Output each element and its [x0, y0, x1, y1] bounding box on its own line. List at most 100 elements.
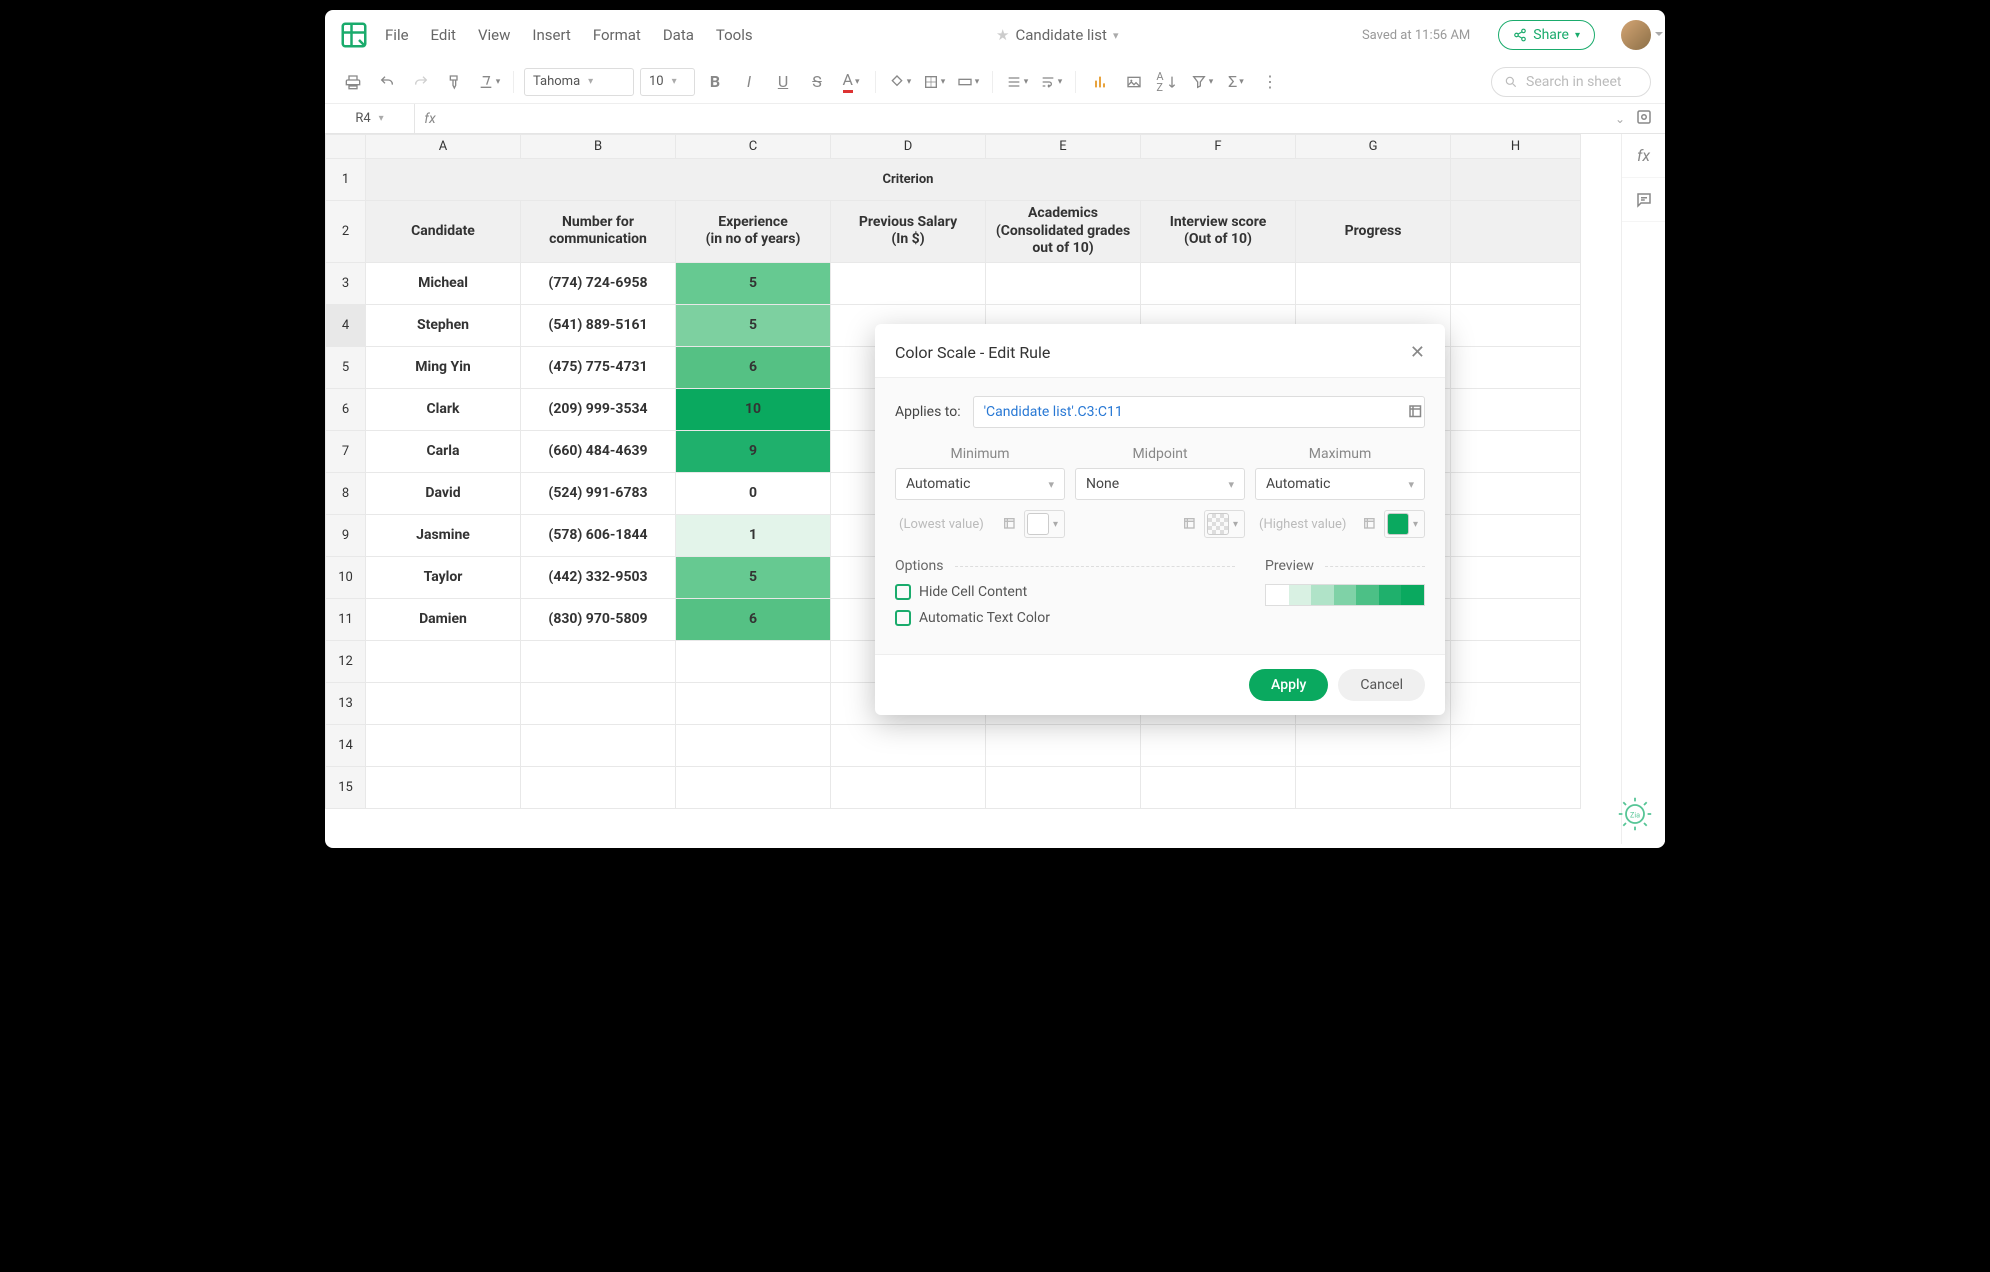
font-color-icon[interactable]: A▾ [837, 68, 865, 96]
cell-G14[interactable] [1296, 724, 1451, 766]
maximum-mode-select[interactable]: Automatic▾ [1255, 468, 1425, 500]
sort-icon[interactable]: AZ [1154, 68, 1182, 96]
cell-A9[interactable]: Jasmine [366, 514, 521, 556]
cell-C7[interactable]: 9 [676, 430, 831, 472]
cell-C4[interactable]: 5 [676, 304, 831, 346]
chart-icon[interactable] [1086, 68, 1114, 96]
range-picker-icon[interactable] [1407, 403, 1425, 421]
range-picker-icon[interactable] [1362, 516, 1378, 532]
sidepanel-comment-icon[interactable] [1622, 178, 1665, 222]
menu-tools[interactable]: Tools [716, 26, 753, 44]
midpoint-value-input[interactable] [1075, 517, 1176, 532]
cell-H8[interactable] [1451, 472, 1581, 514]
cell-H14[interactable] [1451, 724, 1581, 766]
hide-cell-content-checkbox[interactable]: Hide Cell Content [895, 584, 1235, 600]
menu-edit[interactable]: Edit [431, 26, 456, 44]
cell-A7[interactable]: Carla [366, 430, 521, 472]
font-size-select[interactable]: 10▾ [640, 68, 695, 96]
minimum-color-swatch[interactable]: ▾ [1024, 510, 1065, 538]
column-header-D[interactable]: D [831, 135, 986, 159]
share-button[interactable]: Share ▾ [1498, 20, 1595, 50]
fill-color-icon[interactable]: ▾ [886, 68, 914, 96]
formula-bar[interactable] [445, 104, 1615, 133]
row-header-8[interactable]: 8 [326, 472, 366, 514]
row-header-15[interactable]: 15 [326, 766, 366, 808]
cell-E14[interactable] [986, 724, 1141, 766]
cell-C14[interactable] [676, 724, 831, 766]
row-header-10[interactable]: 10 [326, 556, 366, 598]
cell-B10[interactable]: (442) 332-9503 [521, 556, 676, 598]
cell-E15[interactable] [986, 766, 1141, 808]
fx-icon[interactable]: fx [415, 111, 445, 127]
cell-C10[interactable]: 5 [676, 556, 831, 598]
menu-insert[interactable]: Insert [532, 26, 570, 44]
clear-format-icon[interactable]: ▾ [475, 68, 503, 96]
cell-H5[interactable] [1451, 346, 1581, 388]
cell-B14[interactable] [521, 724, 676, 766]
cell-B4[interactable]: (541) 889-5161 [521, 304, 676, 346]
close-icon[interactable]: ✕ [1410, 342, 1425, 363]
borders-icon[interactable]: ▾ [920, 68, 948, 96]
row-header-6[interactable]: 6 [326, 388, 366, 430]
cell-D3[interactable] [831, 262, 986, 304]
row-header-5[interactable]: 5 [326, 346, 366, 388]
cell-H10[interactable] [1451, 556, 1581, 598]
column-header-H[interactable]: H [1451, 135, 1581, 159]
cell-C6[interactable]: 10 [676, 388, 831, 430]
header-cell-B[interactable]: Number forcommunication [521, 201, 676, 263]
row-header-1[interactable]: 1 [326, 159, 366, 201]
select-all-corner[interactable] [326, 135, 366, 159]
cell-A5[interactable]: Ming Yin [366, 346, 521, 388]
format-painter-icon[interactable] [441, 68, 469, 96]
app-logo-icon[interactable] [339, 20, 369, 50]
cell-A11[interactable]: Damien [366, 598, 521, 640]
cell-D15[interactable] [831, 766, 986, 808]
menu-view[interactable]: View [478, 26, 510, 44]
cell-G3[interactable] [1296, 262, 1451, 304]
row-header-13[interactable]: 13 [326, 682, 366, 724]
range-picker-icon[interactable] [1182, 516, 1198, 532]
cell-A4[interactable]: Stephen [366, 304, 521, 346]
cell-A10[interactable]: Taylor [366, 556, 521, 598]
row-header-9[interactable]: 9 [326, 514, 366, 556]
applies-to-input[interactable] [973, 396, 1425, 428]
name-box[interactable]: R4▾ [325, 104, 415, 133]
user-avatar[interactable] [1621, 20, 1651, 50]
font-family-select[interactable]: Tahoma▾ [524, 68, 634, 96]
cell-C12[interactable] [676, 640, 831, 682]
cell-A3[interactable]: Micheal [366, 262, 521, 304]
cell-B5[interactable]: (475) 775-4731 [521, 346, 676, 388]
assistant-icon[interactable]: Zia [1617, 796, 1653, 832]
wrap-text-icon[interactable]: ▾ [1037, 68, 1065, 96]
title-cell[interactable]: Criterion [366, 159, 1451, 201]
cell-B12[interactable] [521, 640, 676, 682]
search-input[interactable]: Search in sheet [1491, 67, 1651, 97]
header-cell-H[interactable] [1451, 201, 1581, 263]
cell-C15[interactable] [676, 766, 831, 808]
merge-icon[interactable]: ▾ [954, 68, 982, 96]
sum-icon[interactable]: Σ▾ [1222, 68, 1250, 96]
bold-icon[interactable]: B [701, 68, 729, 96]
filter-icon[interactable]: ▾ [1188, 68, 1216, 96]
italic-icon[interactable]: I [735, 68, 763, 96]
cell-H4[interactable] [1451, 304, 1581, 346]
align-icon[interactable]: ▾ [1003, 68, 1031, 96]
cell-G15[interactable] [1296, 766, 1451, 808]
automatic-text-color-checkbox[interactable]: Automatic Text Color [895, 610, 1235, 626]
column-header-A[interactable]: A [366, 135, 521, 159]
cell-H15[interactable] [1451, 766, 1581, 808]
cell-C8[interactable]: 0 [676, 472, 831, 514]
cell-D14[interactable] [831, 724, 986, 766]
cell-B9[interactable]: (578) 606-1844 [521, 514, 676, 556]
maximum-value-input[interactable]: (Highest value) [1255, 517, 1356, 532]
cell-C3[interactable]: 5 [676, 262, 831, 304]
cell-C9[interactable]: 1 [676, 514, 831, 556]
range-picker-icon[interactable] [1002, 516, 1018, 532]
undo-icon[interactable] [373, 68, 401, 96]
maximum-color-swatch[interactable]: ▾ [1384, 510, 1425, 538]
cell-C13[interactable] [676, 682, 831, 724]
cell-A13[interactable] [366, 682, 521, 724]
favorite-star-icon[interactable]: ★ [996, 26, 1009, 44]
cell-B6[interactable]: (209) 999-3534 [521, 388, 676, 430]
cell-F3[interactable] [1141, 262, 1296, 304]
